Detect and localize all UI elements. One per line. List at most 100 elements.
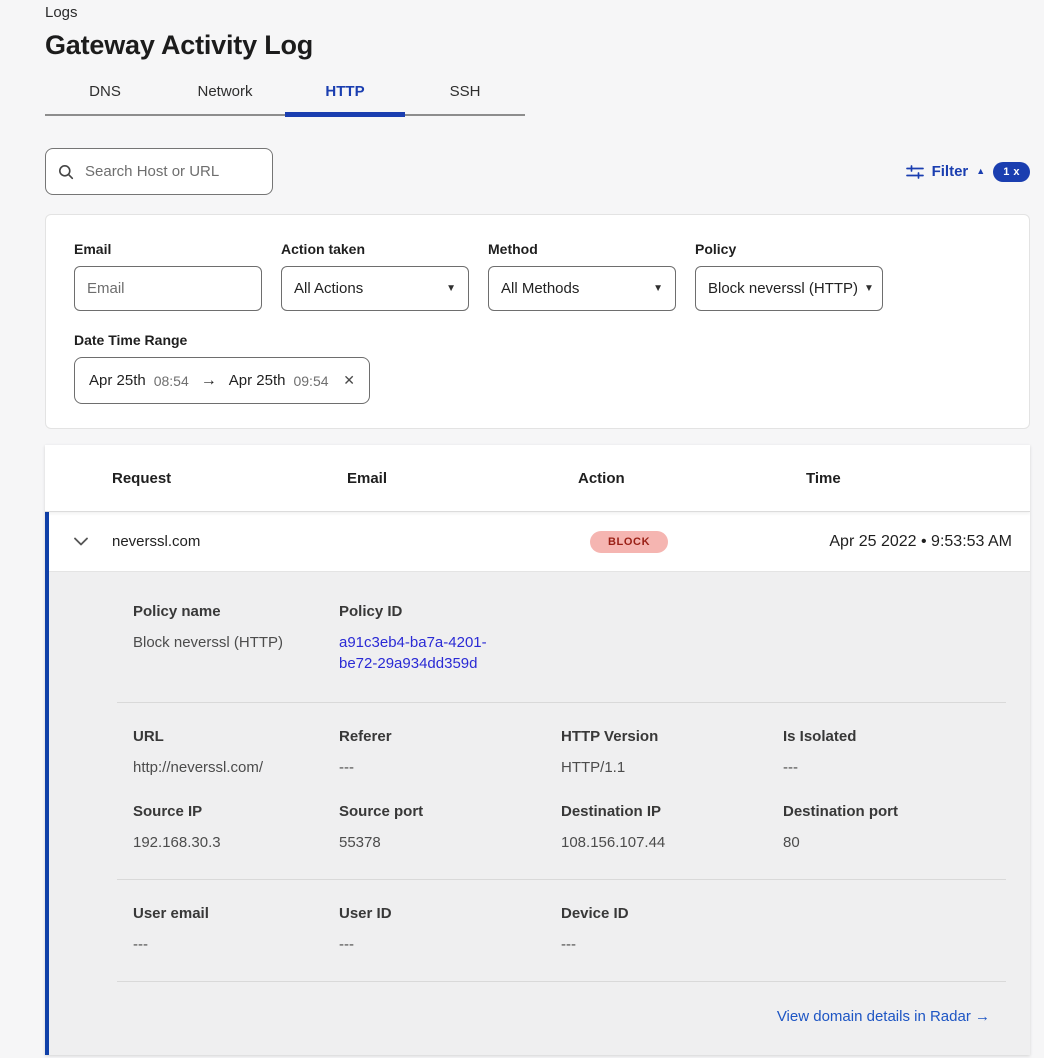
- user-email-label: User email: [133, 906, 339, 922]
- end-date[interactable]: Apr 25th: [229, 372, 286, 389]
- user-id-label: User ID: [339, 906, 561, 922]
- arrow-right-icon: →: [975, 1008, 990, 1025]
- device-id-value: ---: [561, 934, 783, 955]
- http-version-value: HTTP/1.1: [561, 757, 783, 778]
- url-field: URL http://neverssl.com/: [133, 729, 339, 778]
- policy-section: Policy name Block neverssl (HTTP) Policy…: [49, 572, 1030, 702]
- chevron-up-icon[interactable]: ▲: [976, 167, 985, 176]
- is-isolated-value: ---: [783, 757, 1006, 778]
- policy-select[interactable]: Block neverssl (HTTP) ▼: [695, 266, 883, 311]
- action-cell: BLOCK: [578, 531, 806, 553]
- chevron-down-icon: ▼: [653, 283, 663, 294]
- log-type-tabs: DNS Network HTTP SSH: [45, 76, 525, 116]
- search-input[interactable]: [83, 162, 260, 181]
- destination-ip-field: Destination IP 108.156.107.44: [561, 804, 783, 853]
- end-time[interactable]: 09:54: [293, 373, 328, 389]
- action-taken-select[interactable]: All Actions ▼: [281, 266, 469, 311]
- destination-port-field: Destination port 80: [783, 804, 1006, 853]
- referer-field: Referer ---: [339, 729, 561, 778]
- url-label: URL: [133, 729, 339, 745]
- is-isolated-label: Is Isolated: [783, 729, 1006, 745]
- user-id-value: ---: [339, 934, 561, 955]
- view-in-radar-link[interactable]: View domain details in Radar →: [777, 1008, 990, 1025]
- user-id-field: User ID ---: [339, 906, 561, 955]
- filter-toggle-group: Filter ▲ 1 x: [906, 162, 1030, 182]
- header-action: Action: [578, 470, 806, 487]
- email-filter-input[interactable]: [74, 266, 262, 311]
- page-title: Gateway Activity Log: [45, 29, 1044, 61]
- source-port-field: Source port 55378: [339, 804, 561, 853]
- method-select[interactable]: All Methods ▼: [488, 266, 676, 311]
- table-row[interactable]: neverssl.com BLOCK Apr 25 2022 • 9:53:53…: [49, 512, 1030, 572]
- gateway-activity-log-page: Logs Gateway Activity Log DNS Network HT…: [0, 4, 1044, 1055]
- time-cell: Apr 25 2022 • 9:53:53 AM: [806, 533, 1030, 551]
- filter-button[interactable]: Filter: [932, 163, 969, 180]
- user-email-value: ---: [133, 934, 339, 955]
- divider: [117, 981, 1006, 982]
- radar-link-row: View domain details in Radar →: [49, 1008, 1030, 1026]
- tab-network[interactable]: Network: [165, 76, 285, 114]
- arrow-right-icon: →: [201, 372, 217, 390]
- start-time[interactable]: 08:54: [154, 373, 189, 389]
- destination-ip-label: Destination IP: [561, 804, 783, 820]
- filter-count-badge[interactable]: 1 x: [993, 162, 1030, 182]
- header-time: Time: [806, 470, 1030, 487]
- http-version-label: HTTP Version: [561, 729, 783, 745]
- filter-field-email: Email: [74, 241, 262, 311]
- tab-ssh[interactable]: SSH: [405, 76, 525, 114]
- device-id-field: Device ID ---: [561, 906, 783, 955]
- filter-field-action-taken: Action taken All Actions ▼: [281, 241, 469, 311]
- source-port-label: Source port: [339, 804, 561, 820]
- search-box[interactable]: [45, 148, 273, 195]
- source-ip-value: 192.168.30.3: [133, 832, 339, 853]
- date-range-label: Date Time Range: [74, 332, 1001, 348]
- http-version-field: HTTP Version HTTP/1.1: [561, 729, 783, 778]
- url-value: http://neverssl.com/: [133, 757, 339, 778]
- policy-name-field: Policy name Block neverssl (HTTP): [133, 604, 339, 674]
- email-filter-label: Email: [74, 241, 262, 257]
- policy-name-value: Block neverssl (HTTP): [133, 632, 339, 653]
- source-ip-field: Source IP 192.168.30.3: [133, 804, 339, 853]
- radar-link-text: View domain details in Radar: [777, 1008, 971, 1025]
- request-cell: neverssl.com: [112, 533, 347, 550]
- tab-dns[interactable]: DNS: [45, 76, 165, 114]
- policy-id-label: Policy ID: [339, 604, 561, 620]
- filter-fields-row: Email Action taken All Actions ▼ Method …: [74, 241, 1001, 311]
- start-date[interactable]: Apr 25th: [89, 372, 146, 389]
- policy-name-label: Policy name: [133, 604, 339, 620]
- clear-date-range-icon[interactable]: ✕: [343, 372, 355, 389]
- method-value: All Methods: [501, 280, 579, 297]
- breadcrumb[interactable]: Logs: [45, 4, 1044, 22]
- source-ip-label: Source IP: [133, 804, 339, 820]
- action-taken-value: All Actions: [294, 280, 363, 297]
- log-detail-panel: Policy name Block neverssl (HTTP) Policy…: [49, 572, 1030, 1055]
- filter-sliders-icon: [906, 165, 924, 179]
- source-port-value: 55378: [339, 832, 561, 853]
- search-icon: [58, 164, 74, 180]
- user-info-section: User email --- User ID --- Device ID ---: [49, 880, 1030, 981]
- method-label: Method: [488, 241, 676, 257]
- referer-value: ---: [339, 757, 561, 778]
- policy-label: Policy: [695, 241, 883, 257]
- header-request: Request: [112, 470, 347, 487]
- filter-field-method: Method All Methods ▼: [488, 241, 676, 311]
- destination-port-value: 80: [783, 832, 1006, 853]
- filter-field-date-range: Date Time Range Apr 25th 08:54 → Apr 25t…: [74, 332, 1001, 404]
- chevron-down-icon: ▼: [446, 283, 456, 294]
- network-info-section: Source IP 192.168.30.3 Source port 55378…: [49, 778, 1030, 879]
- collapse-chevron-icon[interactable]: [49, 537, 112, 546]
- table-header-row: Request Email Action Time: [45, 445, 1030, 512]
- policy-value: Block neverssl (HTTP): [708, 280, 858, 297]
- filter-field-policy: Policy Block neverssl (HTTP) ▼: [695, 241, 883, 311]
- tab-http[interactable]: HTTP: [285, 76, 405, 114]
- destination-port-label: Destination port: [783, 804, 1006, 820]
- toolbar: Filter ▲ 1 x: [45, 148, 1030, 195]
- referer-label: Referer: [339, 729, 561, 745]
- filter-panel: Email Action taken All Actions ▼ Method …: [45, 214, 1030, 429]
- device-id-label: Device ID: [561, 906, 783, 922]
- policy-id-link[interactable]: a91c3eb4-ba7a-4201-be72-29a934dd359d: [339, 632, 519, 674]
- date-range-picker[interactable]: Apr 25th 08:54 → Apr 25th 09:54 ✕: [74, 357, 370, 404]
- destination-ip-value: 108.156.107.44: [561, 832, 783, 853]
- user-email-field: User email ---: [133, 906, 339, 955]
- header-email: Email: [347, 470, 578, 487]
